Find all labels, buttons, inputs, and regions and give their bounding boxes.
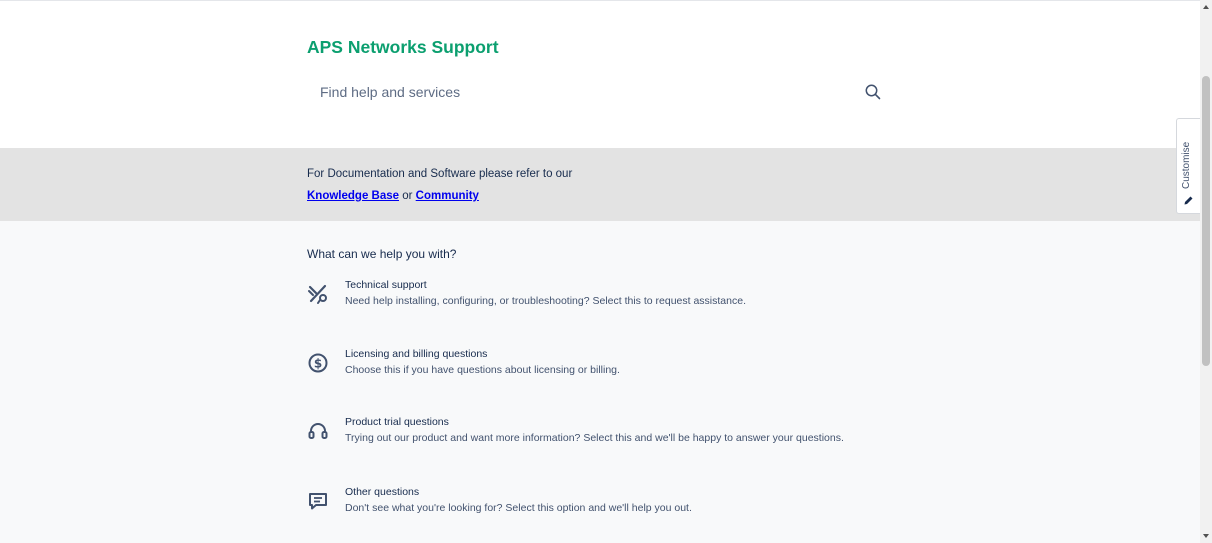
option-technical-support[interactable]: Technical support Need help installing, … bbox=[307, 279, 907, 313]
option-title: Technical support bbox=[345, 279, 427, 291]
knowledge-base-link[interactable]: Knowledge Base bbox=[307, 190, 399, 202]
option-product-trial[interactable]: Product trial questions Trying out our p… bbox=[307, 416, 907, 450]
option-description: Trying out our product and want more inf… bbox=[345, 432, 844, 444]
svg-text:$: $ bbox=[314, 357, 322, 371]
search-bar bbox=[307, 75, 889, 109]
option-description: Need help installing, configuring, or tr… bbox=[345, 295, 746, 307]
customise-label: Customise bbox=[1181, 141, 1192, 189]
chat-icon bbox=[309, 493, 327, 510]
option-description: Don't see what you're looking for? Selec… bbox=[345, 502, 692, 514]
search-icon[interactable] bbox=[864, 83, 882, 101]
option-title: Licensing and billing questions bbox=[345, 348, 488, 360]
banner-text: For Documentation and Software please re… bbox=[307, 168, 573, 180]
banner-or-text: or bbox=[402, 190, 413, 202]
search-input[interactable] bbox=[307, 75, 889, 109]
option-title: Other questions bbox=[345, 486, 420, 498]
option-other-questions[interactable]: Other questions Don't see what you're lo… bbox=[307, 486, 907, 520]
pencil-icon bbox=[1184, 196, 1193, 205]
scroll-down-arrow-icon[interactable] bbox=[1200, 529, 1212, 543]
scroll-up-arrow-icon[interactable] bbox=[1200, 0, 1212, 14]
option-licensing-billing[interactable]: $ Licensing and billing questions Choose… bbox=[307, 348, 907, 382]
scroll-thumb[interactable] bbox=[1202, 76, 1210, 366]
header: APS Networks Support bbox=[0, 0, 1200, 148]
info-banner: For Documentation and Software please re… bbox=[0, 148, 1200, 221]
tools-icon bbox=[308, 284, 327, 304]
customise-button[interactable]: Customise bbox=[1176, 118, 1200, 214]
headset-icon bbox=[308, 423, 328, 439]
scrollbar[interactable] bbox=[1200, 0, 1212, 543]
section-heading: What can we help you with? bbox=[307, 247, 457, 261]
request-types-section: What can we help you with? Technical sup… bbox=[0, 221, 1200, 543]
banner-links: Knowledge Base or Community bbox=[307, 190, 479, 202]
option-title: Product trial questions bbox=[345, 416, 449, 428]
option-description: Choose this if you have questions about … bbox=[345, 364, 620, 376]
community-link[interactable]: Community bbox=[416, 190, 479, 202]
dollar-icon: $ bbox=[308, 353, 328, 373]
page-title[interactable]: APS Networks Support bbox=[307, 37, 499, 58]
